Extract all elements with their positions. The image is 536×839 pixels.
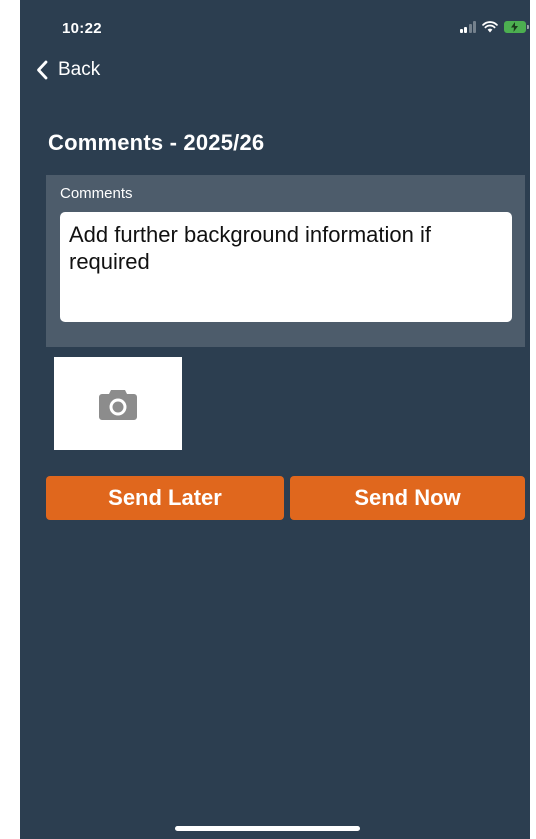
status-bar: 10:22	[20, 0, 530, 56]
send-later-button[interactable]: Send Later	[46, 476, 284, 520]
back-button[interactable]: Back	[36, 56, 100, 84]
send-now-button[interactable]: Send Now	[290, 476, 525, 520]
chevron-left-icon	[37, 60, 48, 80]
wifi-icon	[482, 21, 498, 33]
battery-charging-icon	[504, 21, 529, 33]
page-title: Comments - 2025/26	[48, 130, 265, 155]
cellular-signal-icon	[459, 21, 476, 33]
app-screen: 10:22 Back Comments - 2025/26 Comments A…	[20, 0, 530, 839]
comments-panel: Comments	[46, 175, 525, 347]
home-indicator[interactable]	[175, 826, 360, 831]
phone-frame: 10:22 Back Comments - 2025/26 Comments A…	[0, 0, 536, 839]
status-time: 10:22	[62, 20, 102, 37]
status-icons	[459, 19, 529, 35]
back-label: Back	[58, 59, 101, 80]
navigation-bar: Back	[20, 56, 530, 86]
comments-input[interactable]	[60, 212, 512, 322]
comments-label: Comments	[60, 185, 133, 202]
camera-icon	[99, 389, 137, 420]
add-photo-button[interactable]	[54, 357, 182, 450]
